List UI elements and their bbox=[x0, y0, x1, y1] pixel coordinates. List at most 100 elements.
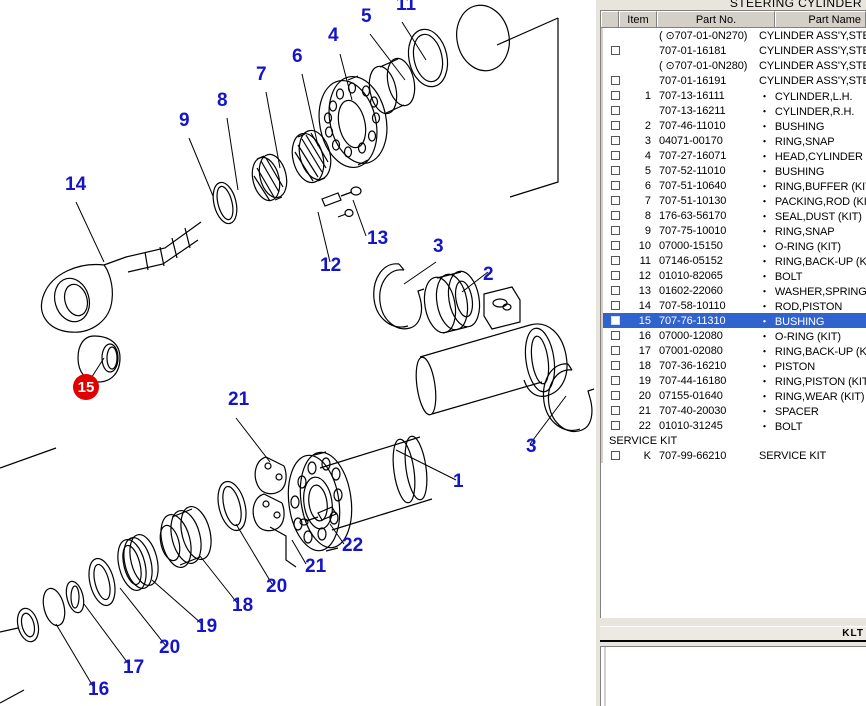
table-row[interactable]: 21 707-40-20030 ・ SPACER bbox=[603, 403, 866, 418]
row-checkbox-cell[interactable] bbox=[603, 91, 627, 100]
table-row[interactable]: 4 707-27-16071 ・ HEAD,CYLINDER bbox=[603, 148, 866, 163]
row-checkbox-cell[interactable] bbox=[603, 151, 627, 160]
checkbox-icon[interactable] bbox=[610, 151, 620, 160]
row-checkbox-cell[interactable] bbox=[603, 316, 627, 325]
table-row[interactable]: 10 07000-15150 ・ O-RING (KIT) bbox=[603, 238, 866, 253]
callout-9[interactable]: 9 bbox=[179, 110, 190, 131]
table-row[interactable]: 13 01602-22060 ・ WASHER,SPRING bbox=[603, 283, 866, 298]
checkbox-icon[interactable] bbox=[610, 361, 620, 370]
table-row[interactable]: ( ⊙707-01-0N270) CYLINDER ASS'Y,STEERING bbox=[603, 28, 866, 43]
checkbox-icon[interactable] bbox=[610, 91, 620, 100]
row-checkbox-cell[interactable] bbox=[603, 376, 627, 385]
row-checkbox-cell[interactable] bbox=[603, 301, 627, 310]
callout-14[interactable]: 14 bbox=[65, 174, 87, 195]
table-row[interactable]: 2 707-46-11010 ・ BUSHING bbox=[603, 118, 866, 133]
checkbox-icon[interactable] bbox=[610, 421, 620, 430]
callout-22[interactable]: 22 bbox=[342, 535, 363, 556]
callout-18[interactable]: 18 bbox=[232, 595, 253, 616]
checkbox-icon[interactable] bbox=[610, 451, 620, 460]
checkbox-icon[interactable] bbox=[610, 391, 620, 400]
checkbox-icon[interactable] bbox=[610, 196, 620, 205]
table-row[interactable]: 5 707-52-11010 ・ BUSHING bbox=[603, 163, 866, 178]
exploded-parts-diagram[interactable]: 11546789141213 321521212213201819201716 bbox=[0, 0, 596, 706]
row-checkbox-cell[interactable] bbox=[603, 106, 627, 115]
table-row[interactable]: 18 707-36-16210 ・ PISTON bbox=[603, 358, 866, 373]
callout-3[interactable]: 3 bbox=[526, 436, 537, 457]
row-checkbox-cell[interactable] bbox=[603, 121, 627, 130]
table-row[interactable]: 3 04071-00170 ・ RING,SNAP bbox=[603, 133, 866, 148]
row-checkbox-cell[interactable] bbox=[603, 421, 627, 430]
callout-13[interactable]: 13 bbox=[367, 228, 388, 249]
checkbox-icon[interactable] bbox=[610, 226, 620, 235]
table-row[interactable]: K 707-99-66210 SERVICE KIT bbox=[603, 448, 866, 463]
table-row[interactable]: 707-01-16191 CYLINDER ASS'Y,STEERING bbox=[603, 73, 866, 88]
callout-15[interactable]: 15 bbox=[73, 374, 99, 400]
row-checkbox-cell[interactable] bbox=[603, 241, 627, 250]
callout-17[interactable]: 17 bbox=[123, 657, 144, 678]
row-checkbox-cell[interactable] bbox=[603, 451, 627, 460]
callout-2[interactable]: 2 bbox=[483, 264, 494, 285]
row-checkbox-cell[interactable] bbox=[603, 46, 627, 55]
row-checkbox-cell[interactable] bbox=[603, 346, 627, 355]
checkbox-icon[interactable] bbox=[610, 256, 620, 265]
row-checkbox-cell[interactable] bbox=[603, 331, 627, 340]
table-row[interactable]: 14 707-58-10110 ・ ROD,PISTON bbox=[603, 298, 866, 313]
table-row[interactable]: 8 176-63-56170 ・ SEAL,DUST (KIT) bbox=[603, 208, 866, 223]
row-checkbox-cell[interactable] bbox=[603, 406, 627, 415]
table-row[interactable]: 20 07155-01640 ・ RING,WEAR (KIT) bbox=[603, 388, 866, 403]
table-row[interactable]: 707-01-16181 CYLINDER ASS'Y,STEERING bbox=[603, 43, 866, 58]
table-row[interactable]: 6 707-51-10640 ・ RING,BUFFER (KIT) bbox=[603, 178, 866, 193]
column-header-part-name[interactable]: Part Name bbox=[775, 11, 866, 27]
lower-detail-pane[interactable] bbox=[600, 646, 866, 706]
callout-6[interactable]: 6 bbox=[292, 46, 303, 67]
table-row[interactable]: 17 07001-02080 ・ RING,BACK-UP (KIT) bbox=[603, 343, 866, 358]
checkbox-icon[interactable] bbox=[610, 76, 620, 85]
checkbox-icon[interactable] bbox=[610, 301, 620, 310]
table-row[interactable]: 12 01010-82065 ・ BOLT bbox=[603, 268, 866, 283]
row-checkbox-cell[interactable] bbox=[603, 256, 627, 265]
row-checkbox-cell[interactable] bbox=[603, 196, 627, 205]
row-checkbox-cell[interactable] bbox=[603, 136, 627, 145]
checkbox-icon[interactable] bbox=[610, 286, 620, 295]
row-checkbox-cell[interactable] bbox=[603, 271, 627, 280]
callout-19[interactable]: 19 bbox=[196, 616, 217, 637]
checkbox-icon[interactable] bbox=[610, 316, 620, 325]
row-checkbox-cell[interactable] bbox=[603, 361, 627, 370]
callout-20[interactable]: 20 bbox=[266, 576, 287, 597]
checkbox-icon[interactable] bbox=[610, 166, 620, 175]
checkbox-icon[interactable] bbox=[610, 331, 620, 340]
row-checkbox-cell[interactable] bbox=[603, 286, 627, 295]
table-row[interactable]: 11 07146-05152 ・ RING,BACK-UP (KIT) bbox=[603, 253, 866, 268]
checkbox-icon[interactable] bbox=[610, 121, 620, 130]
table-row[interactable]: 1 707-13-16111 ・ CYLINDER,L.H. bbox=[603, 88, 866, 103]
callout-12[interactable]: 12 bbox=[320, 255, 341, 276]
table-row[interactable]: 707-13-16211 ・ CYLINDER,R.H. bbox=[603, 103, 866, 118]
checkbox-icon[interactable] bbox=[610, 106, 620, 115]
callout-1[interactable]: 1 bbox=[453, 471, 464, 492]
table-row[interactable]: 22 01010-31245 ・ BOLT bbox=[603, 418, 866, 433]
row-checkbox-cell[interactable] bbox=[603, 211, 627, 220]
row-checkbox-cell[interactable] bbox=[603, 391, 627, 400]
callout-20[interactable]: 20 bbox=[159, 637, 180, 658]
column-header-item[interactable]: Item bbox=[619, 11, 657, 27]
column-header-check[interactable] bbox=[601, 11, 619, 27]
checkbox-icon[interactable] bbox=[610, 241, 620, 250]
checkbox-icon[interactable] bbox=[610, 376, 620, 385]
callout-16[interactable]: 16 bbox=[88, 679, 109, 700]
callout-5[interactable]: 5 bbox=[361, 6, 372, 27]
checkbox-icon[interactable] bbox=[610, 346, 620, 355]
callout-number-layer[interactable]: 11546789141213 321521212213201819201716 bbox=[65, 0, 537, 700]
table-row[interactable]: 9 707-75-10010 ・ RING,SNAP bbox=[603, 223, 866, 238]
parts-diagram-pane[interactable]: 11 5 4 6 7 8 9 14 12 13 3 2 15 21 21 22 1 3 20 18 19 20 17 16 bbox=[0, 0, 596, 706]
row-checkbox-cell[interactable] bbox=[603, 76, 627, 85]
table-row[interactable]: 15 707-76-11310 ・ BUSHING bbox=[603, 313, 866, 328]
callout-4[interactable]: 4 bbox=[328, 25, 339, 46]
parts-grid[interactable]: Item Part No. Part Name ( ⊙707-01-0N270)… bbox=[600, 10, 866, 618]
callout-8[interactable]: 8 bbox=[217, 90, 228, 111]
parts-grid-body[interactable]: ( ⊙707-01-0N270)CYLINDER ASS'Y,STEERING7… bbox=[601, 28, 866, 618]
checkbox-icon[interactable] bbox=[610, 136, 620, 145]
checkbox-icon[interactable] bbox=[610, 271, 620, 280]
checkbox-icon[interactable] bbox=[610, 211, 620, 220]
row-checkbox-cell[interactable] bbox=[603, 181, 627, 190]
column-header-part-no[interactable]: Part No. bbox=[657, 11, 775, 27]
